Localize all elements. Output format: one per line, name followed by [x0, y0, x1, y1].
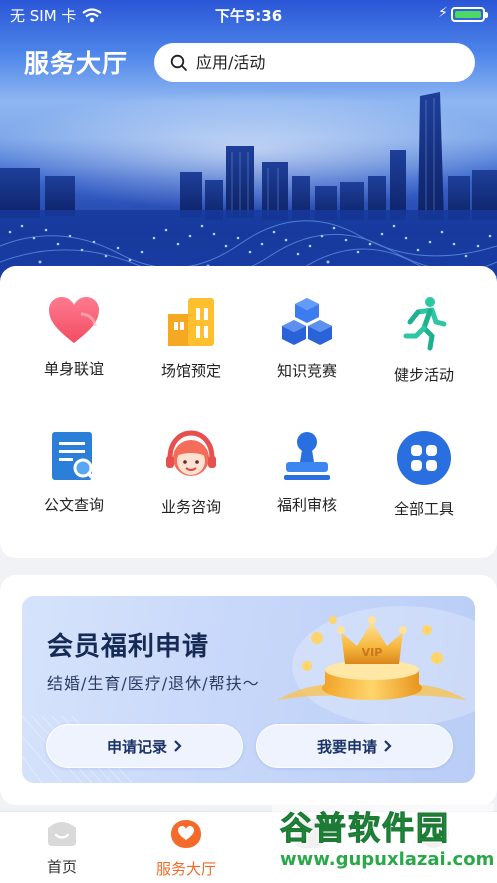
tool-knowledge-contest[interactable]: 知识竞赛 [252, 266, 362, 380]
stamp-icon [277, 430, 337, 482]
customer-service-icon [161, 430, 221, 484]
hero-banner: 无 SIM 卡 下午5:36 ⚡ 服务大厅 [0, 0, 497, 300]
tools-grid: 单身联谊 场馆预定 知识竞赛 健步活动 公文查询 业务咨询 福利审核 全部工具 [0, 266, 497, 558]
status-bar: 无 SIM 卡 下午5:36 ⚡ [0, 0, 497, 28]
application-records-label: 申请记录 [106, 737, 167, 756]
tool-all-tools[interactable]: 全部工具 [369, 400, 479, 518]
tool-label: 场馆预定 [160, 362, 221, 380]
search-input[interactable] [196, 53, 446, 72]
tool-business-consult[interactable]: 业务咨询 [136, 400, 246, 516]
watermark-url: www.gupuxlazai.com [280, 849, 495, 870]
benefit-title: 会员福利申请 [47, 632, 210, 662]
tab-home[interactable]: 首页 [12, 818, 112, 877]
page-title: 服务大厅 [24, 49, 129, 78]
benefit-subtitle: 结婚/生育/医疗/退休/帮扶～ [47, 674, 260, 693]
cubes-icon [277, 296, 337, 348]
chevron-right-icon [384, 740, 392, 752]
tab-service-hall[interactable]: 服务大厅 [136, 818, 236, 879]
apply-button[interactable]: 我要申请 [256, 724, 453, 768]
battery-icon [451, 7, 488, 22]
status-time: 下午5:36 [214, 7, 283, 25]
vip-badge: VIP [362, 646, 383, 659]
tool-venue-booking[interactable]: 场馆预定 [136, 266, 246, 380]
tool-label: 知识竞赛 [276, 362, 337, 380]
application-records-button[interactable]: 申请记录 [46, 724, 243, 768]
vip-crown-icon: VIP [277, 616, 467, 700]
heart-icon [44, 296, 104, 346]
watermark: 谷普软件园 www.gupuxlazai.com [272, 803, 494, 881]
search-bar[interactable] [154, 43, 475, 82]
tab-label: 服务大厅 [155, 860, 216, 878]
grid-apps-icon [394, 430, 454, 486]
benefit-banner: 会员福利申请 结婚/生育/医疗/退休/帮扶～ VIP 申请记录 我要申请 [22, 596, 475, 783]
tab-label: 首页 [46, 858, 77, 876]
document-search-icon [44, 430, 104, 482]
home-icon [48, 822, 76, 846]
service-hall-icon [171, 820, 201, 848]
tool-label: 公文查询 [43, 496, 104, 514]
tool-document-query[interactable]: 公文查询 [19, 400, 129, 514]
search-icon [170, 54, 187, 71]
runner-icon [394, 296, 454, 352]
tool-welfare-review[interactable]: 福利审核 [252, 400, 362, 514]
tool-label: 业务咨询 [160, 498, 221, 516]
charging-icon: ⚡ [438, 5, 448, 21]
tool-single-social[interactable]: 单身联谊 [19, 266, 129, 378]
benefit-section: 会员福利申请 结婚/生育/医疗/退休/帮扶～ VIP 申请记录 我要申请 [0, 575, 497, 805]
tool-label: 单身联谊 [43, 360, 104, 378]
tool-walking-activity[interactable]: 健步活动 [369, 266, 479, 384]
watermark-text: 谷普软件园 [279, 809, 451, 848]
tool-label: 健步活动 [393, 366, 454, 384]
apply-label: 我要申请 [316, 737, 377, 756]
tool-label: 全部工具 [393, 500, 454, 518]
building-icon [161, 296, 221, 348]
chevron-right-icon [174, 740, 182, 752]
tool-label: 福利审核 [276, 496, 337, 514]
